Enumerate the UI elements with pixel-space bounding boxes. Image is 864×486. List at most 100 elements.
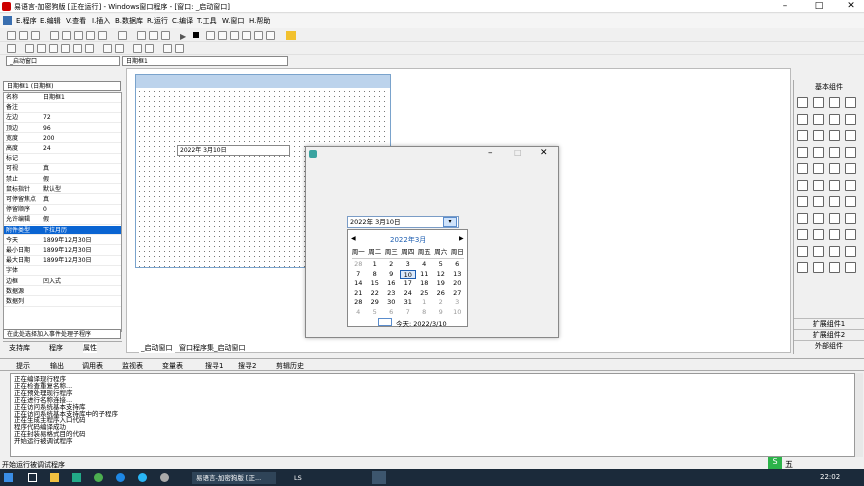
save-icon[interactable] xyxy=(31,31,40,40)
property-value[interactable]: 下拉月历 xyxy=(43,226,67,235)
calendar-day[interactable]: 27 xyxy=(449,289,466,299)
property-row[interactable]: 字体 xyxy=(4,266,121,276)
redo-icon[interactable] xyxy=(98,31,107,40)
output-tab[interactable]: 搜寻1 xyxy=(205,361,223,371)
property-row[interactable]: 附件类型 下拉月历 xyxy=(4,225,121,236)
component-tool-icon[interactable] xyxy=(829,130,840,141)
component-tool-icon[interactable] xyxy=(813,262,824,273)
output-tab[interactable]: 提示 xyxy=(16,361,30,371)
tab-program[interactable]: 程序 xyxy=(49,343,63,353)
browser-icon[interactable] xyxy=(116,473,125,482)
component-tool-icon[interactable] xyxy=(797,146,808,158)
property-row[interactable]: 鼠标指针 默认型 xyxy=(4,185,121,195)
today-link[interactable]: 今天: 2022/3/10 xyxy=(396,318,447,328)
explorer-icon[interactable] xyxy=(50,473,59,482)
step-icon[interactable] xyxy=(206,31,215,40)
calendar-day[interactable]: 7 xyxy=(400,308,417,318)
calendar-day[interactable]: 30 xyxy=(383,298,400,308)
align-center-icon[interactable] xyxy=(37,44,46,53)
component-tool-icon[interactable] xyxy=(845,146,856,158)
property-value[interactable]: 默认型 xyxy=(43,185,61,194)
stop-icon[interactable] xyxy=(193,32,199,38)
calendar-day[interactable]: 9 xyxy=(433,308,450,318)
property-row[interactable]: 停留顺序 0 xyxy=(4,205,121,215)
copy-icon[interactable] xyxy=(62,31,71,40)
component-tool-icon[interactable] xyxy=(813,146,824,158)
menu-tools[interactable]: T.工具 xyxy=(197,16,217,26)
run-maximize-button[interactable]: □ xyxy=(514,148,522,157)
next-month-icon[interactable]: ▶ xyxy=(459,235,464,242)
new-icon[interactable] xyxy=(7,31,16,40)
property-value[interactable]: 日期框1 xyxy=(43,93,65,102)
wechat-icon[interactable] xyxy=(94,473,103,482)
output-tab[interactable]: 变量表 xyxy=(162,361,183,371)
component-tool-icon[interactable] xyxy=(829,146,840,158)
menu-help[interactable]: H.帮助 xyxy=(249,16,270,26)
same-height-icon[interactable] xyxy=(115,44,124,53)
component-tool-icon[interactable] xyxy=(845,113,856,125)
component-tool-icon[interactable] xyxy=(845,97,856,108)
property-row[interactable]: 名称 日期框1 xyxy=(4,93,121,103)
property-row[interactable]: 最小日期 1899年12月30日 xyxy=(4,246,121,256)
calendar-day[interactable]: 17 xyxy=(400,279,417,289)
property-row[interactable]: 允许编辑 假 xyxy=(4,215,121,225)
app-menu-icon[interactable] xyxy=(3,16,12,25)
property-row[interactable]: 左边 72 xyxy=(4,113,121,123)
menu-compile[interactable]: C.编译 xyxy=(172,16,193,26)
layout3-icon[interactable] xyxy=(161,31,170,40)
component-tool-icon[interactable] xyxy=(813,245,824,257)
calendar-day[interactable]: 7 xyxy=(350,270,367,280)
help-icon[interactable] xyxy=(286,31,296,40)
dropdown-icon[interactable]: ▾ xyxy=(443,217,457,227)
property-row[interactable]: 今天 1899年12月30日 xyxy=(4,236,121,246)
design-date-picker[interactable]: 2022年 3月10日 xyxy=(177,145,290,156)
calendar-day[interactable]: 14 xyxy=(350,279,367,289)
property-row[interactable]: 顶边 96 xyxy=(4,124,121,134)
align-middle-icon[interactable] xyxy=(73,44,82,53)
align-bottom-icon[interactable] xyxy=(85,44,94,53)
tab-window-program-set[interactable]: 窗口程序集_启动窗口 xyxy=(177,343,248,353)
component-tool-icon[interactable] xyxy=(845,163,856,174)
calendar-day[interactable]: 1 xyxy=(416,298,433,308)
property-row[interactable]: 边框 凹入式 xyxy=(4,277,121,287)
calendar-day[interactable]: 3 xyxy=(449,298,466,308)
component-tool-icon[interactable] xyxy=(813,179,824,191)
layout2-icon[interactable] xyxy=(149,31,158,40)
output-tab[interactable]: 输出 xyxy=(50,361,64,371)
calendar-day[interactable]: 3 xyxy=(400,260,417,270)
calendar-month-label[interactable]: 2022年3月 xyxy=(390,235,426,245)
calendar-day[interactable]: 19 xyxy=(433,279,450,289)
component-tool-icon[interactable] xyxy=(813,130,824,141)
step-out-icon[interactable] xyxy=(230,31,239,40)
component-tool-icon[interactable] xyxy=(829,245,840,257)
calendar-day[interactable]: 20 xyxy=(449,279,466,289)
property-row[interactable]: 标记 xyxy=(4,154,121,164)
calendar-day[interactable]: 15 xyxy=(367,279,384,289)
output-tab[interactable]: 剪辑历史 xyxy=(276,361,304,371)
component-tool-icon[interactable] xyxy=(845,262,856,273)
component-tool-icon[interactable] xyxy=(797,113,808,125)
taskbar-item-ls[interactable]: LS xyxy=(282,472,362,484)
menu-database[interactable]: B.数据库 xyxy=(115,16,143,26)
app-icon-1[interactable] xyxy=(72,473,81,482)
taskbar-item-ide[interactable]: 易语言-加密狗版 [正... xyxy=(192,472,276,484)
property-value[interactable]: 72 xyxy=(43,113,51,122)
undo-icon[interactable] xyxy=(86,31,95,40)
property-row[interactable]: 宽度 200 xyxy=(4,134,121,144)
property-row[interactable]: 可停留焦点真 xyxy=(4,195,121,205)
trace-icon[interactable] xyxy=(266,31,275,40)
component-tool-icon[interactable] xyxy=(813,97,824,108)
ext-components-2[interactable]: 扩展组件2 xyxy=(794,329,864,340)
component-tool-icon[interactable] xyxy=(797,262,808,273)
maximize-button[interactable]: □ xyxy=(808,0,830,13)
calendar-day[interactable]: 25 xyxy=(416,289,433,299)
calendar-day[interactable]: 21 xyxy=(350,289,367,299)
center-v-icon[interactable] xyxy=(175,44,184,53)
component-tool-icon[interactable] xyxy=(813,196,824,207)
calendar-day[interactable]: 2 xyxy=(433,298,450,308)
property-value[interactable]: 假 xyxy=(43,175,49,184)
property-value[interactable]: 凹入式 xyxy=(43,277,61,286)
watch-icon[interactable] xyxy=(254,31,263,40)
component-tool-icon[interactable] xyxy=(797,196,808,207)
component-tool-icon[interactable] xyxy=(829,113,840,125)
